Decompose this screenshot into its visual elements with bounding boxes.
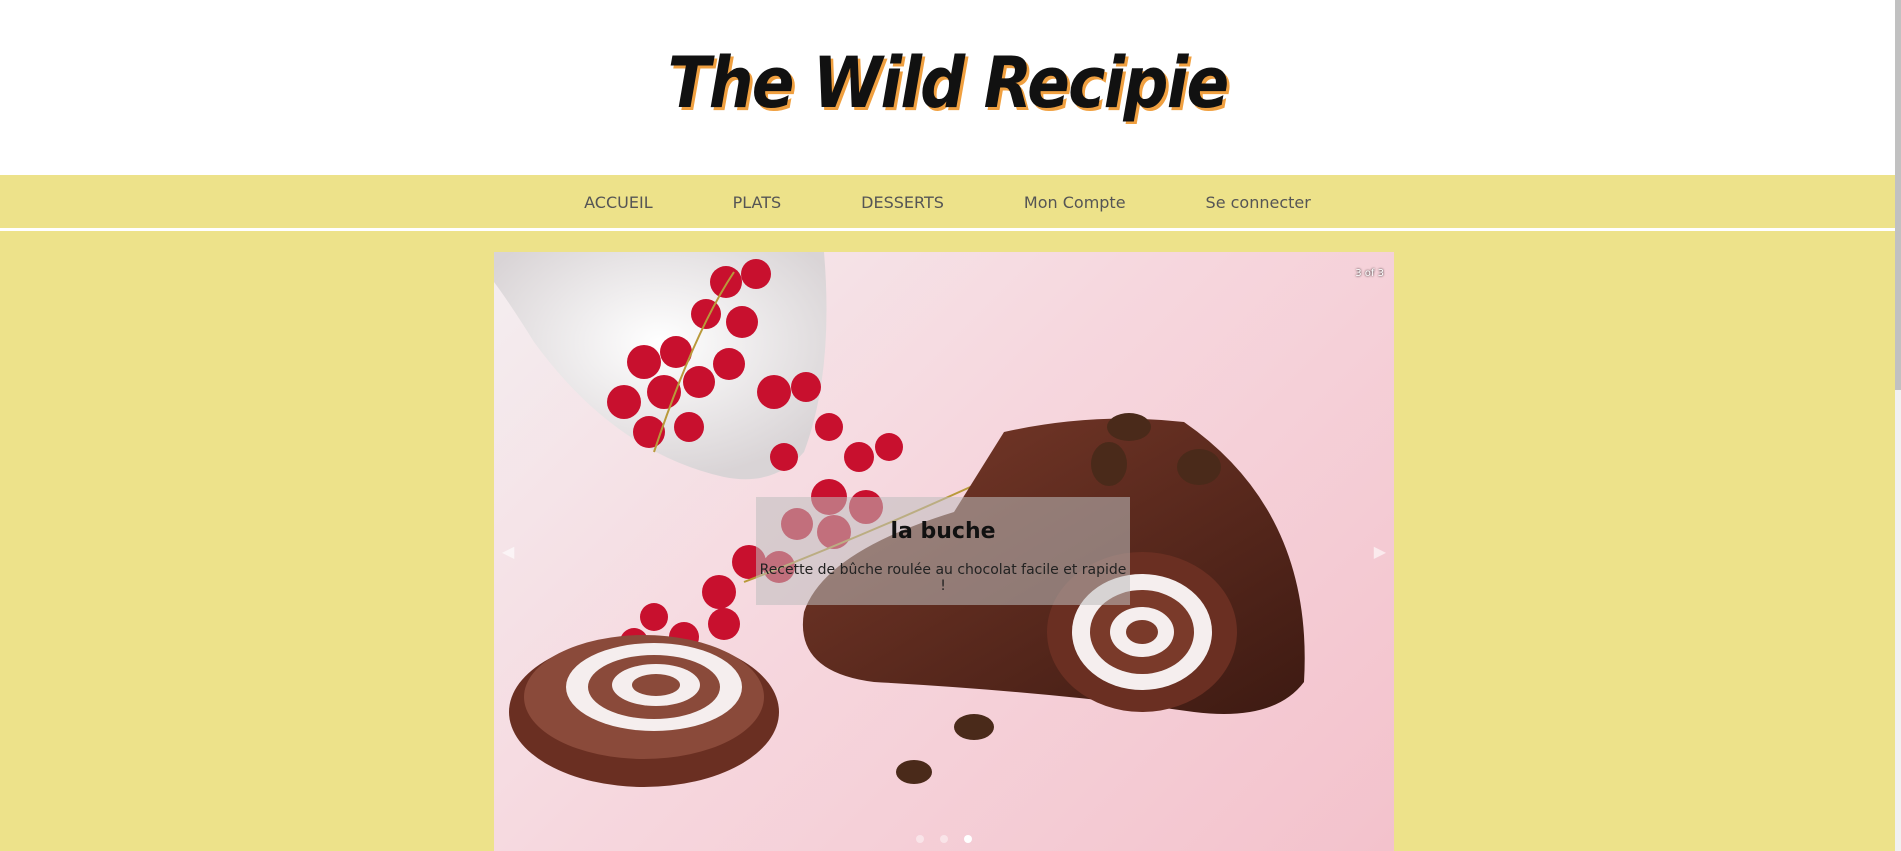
nav-item-mon-compte[interactable]: Mon Compte (1024, 193, 1126, 212)
carousel-dot-3[interactable] (964, 835, 972, 843)
slide-caption: la buche Recette de bûche roulée au choc… (756, 497, 1130, 605)
site-header: The Wild Recipie (0, 0, 1895, 175)
nav-item-accueil[interactable]: ACCUEIL (584, 193, 652, 212)
nav-items: ACCUEIL PLATS DESSERTS Mon Compte Se con… (0, 176, 1895, 228)
scrollbar-thumb[interactable] (1895, 0, 1901, 390)
main-nav: ACCUEIL PLATS DESSERTS Mon Compte Se con… (0, 176, 1895, 231)
chevron-right-icon[interactable]: ▶ (1374, 542, 1386, 561)
caption-title: la buche (890, 519, 996, 544)
recipe-carousel[interactable]: 3 of 3 la buche Recette de bûche roulée … (494, 252, 1394, 851)
caption-text: Recette de bûche roulée au chocolat faci… (759, 562, 1127, 594)
slide-counter: 3 of 3 (1355, 268, 1384, 279)
nav-item-se-connecter[interactable]: Se connecter (1206, 193, 1311, 212)
carousel-dot-2[interactable] (940, 835, 948, 843)
carousel-dot-1[interactable] (916, 835, 924, 843)
carousel-indicators (494, 835, 1394, 843)
chevron-left-icon[interactable]: ◀ (502, 542, 514, 561)
page-scrollbar[interactable] (1895, 0, 1901, 851)
site-title[interactable]: The Wild Recipie (95, 42, 1801, 124)
nav-item-desserts[interactable]: DESSERTS (861, 193, 944, 212)
nav-item-plats[interactable]: PLATS (733, 193, 782, 212)
